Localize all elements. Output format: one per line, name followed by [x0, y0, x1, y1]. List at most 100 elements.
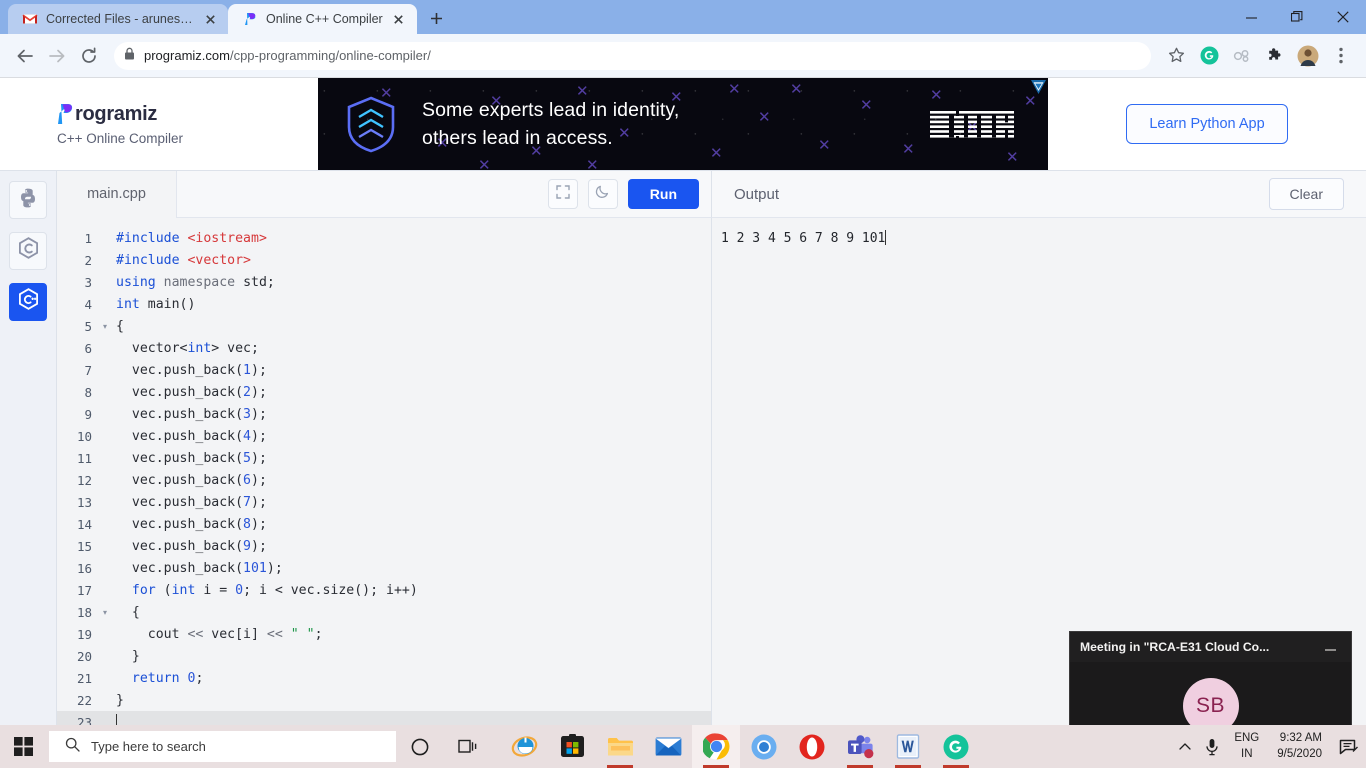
profile-avatar[interactable]	[1293, 41, 1323, 71]
bookmark-star-icon[interactable]	[1161, 41, 1191, 71]
code-line[interactable]: 23	[57, 711, 711, 725]
code-line[interactable]: 14 vec.push_back(8);	[57, 513, 711, 535]
browser-tab-gmail[interactable]: Corrected Files - aruneshankit2@	[8, 4, 228, 34]
window-minimize-button[interactable]	[1228, 0, 1274, 34]
code-line[interactable]: 11 vec.push_back(5);	[57, 447, 711, 469]
window-restore-button[interactable]	[1274, 0, 1320, 34]
code-line[interactable]: 3 using namespace std;	[57, 271, 711, 293]
input-language-indicator[interactable]: ENG IN	[1226, 731, 1267, 762]
c-icon	[17, 237, 40, 265]
browser-toolbar: programiz.com/cpp-programming/online-com…	[0, 34, 1366, 78]
extensions-puzzle-icon[interactable]	[1260, 41, 1290, 71]
run-button[interactable]: Run	[627, 179, 699, 209]
windows-start-icon[interactable]	[0, 725, 47, 768]
code-line[interactable]: 4 int main()	[57, 293, 711, 315]
sidebar-item-c[interactable]	[9, 232, 47, 270]
line-number: 23	[76, 714, 92, 726]
chrome-menu-icon[interactable]	[1326, 41, 1356, 71]
line-number: 16	[76, 560, 92, 576]
word-icon[interactable]	[884, 725, 932, 768]
action-center-icon[interactable]	[1332, 725, 1366, 768]
learn-python-app-button[interactable]: Learn Python App	[1126, 104, 1288, 144]
code-line[interactable]: 16 vec.push_back(101);	[57, 557, 711, 579]
reload-icon[interactable]	[74, 41, 104, 71]
file-explorer-icon[interactable]	[596, 725, 644, 768]
code-line[interactable]: 5 ▾ {	[57, 315, 711, 337]
code-line[interactable]: 22}	[57, 689, 711, 711]
task-view-icon[interactable]	[444, 725, 492, 768]
code-line[interactable]: 10 vec.push_back(4);	[57, 425, 711, 447]
code-line[interactable]: 2 #include <vector>	[57, 249, 711, 271]
cta-area: Learn Python App	[1048, 104, 1366, 144]
search-input-placeholder: Type here to search	[91, 739, 206, 754]
window-close-button[interactable]	[1320, 0, 1366, 34]
teams-meeting-popup[interactable]: Meeting in "RCA-E31 Cloud Co... SB	[1069, 631, 1352, 725]
forward-arrow-icon[interactable]	[42, 41, 72, 71]
output-toolbar: Output Clear	[711, 171, 1366, 218]
window-controls	[1228, 0, 1366, 34]
fullscreen-button[interactable]	[547, 179, 578, 209]
code-line[interactable]: 12 vec.push_back(6);	[57, 469, 711, 491]
browser-tabstrip: Corrected Files - aruneshankit2@ Online …	[0, 0, 1366, 34]
grammarly-icon[interactable]	[932, 725, 980, 768]
ibm-ad-banner[interactable]: ✕✕ ✕✕ ✕✕ ✕✕ ✕✕ ✕✕ ✕✕ ✕✕ ✕✕ ✕✕	[318, 78, 1048, 170]
sidebar-item-python[interactable]	[9, 181, 47, 219]
cortana-circle-icon[interactable]	[396, 725, 444, 768]
programiz-logo: rogramiz	[57, 103, 318, 125]
editor-actions: Run	[177, 179, 711, 209]
close-icon[interactable]	[391, 11, 407, 27]
clock[interactable]: 9:32 AM 9/5/2020	[1267, 731, 1332, 762]
clear-output-button[interactable]: Clear	[1268, 178, 1344, 210]
code-line[interactable]: 7 vec.push_back(1);	[57, 359, 711, 381]
taskbar-app-icons	[500, 725, 980, 768]
programiz-icon	[242, 11, 258, 27]
code-line[interactable]: 6 vector<int> vec;	[57, 337, 711, 359]
fullscreen-icon	[556, 184, 570, 204]
fold-toggle-icon[interactable]: ▾	[99, 608, 111, 617]
lock-icon	[124, 47, 135, 65]
fold-toggle-icon[interactable]: ▾	[99, 322, 111, 331]
chrome-icon[interactable]	[692, 725, 740, 768]
code-line[interactable]: 17 for (int i = 0; i < vec.size(); i++)	[57, 579, 711, 601]
code-text: {	[116, 318, 124, 334]
code-line[interactable]: 9 vec.push_back(3);	[57, 403, 711, 425]
programiz-brand[interactable]: rogramiz C++ Online Compiler	[0, 103, 318, 146]
language-line1: ENG	[1234, 731, 1260, 744]
code-line[interactable]: 18 ▾ {	[57, 601, 711, 623]
chromium-icon[interactable]	[740, 725, 788, 768]
microphone-icon[interactable]	[1198, 725, 1226, 768]
browser-tab-programiz[interactable]: Online C++ Compiler	[228, 4, 417, 34]
minimize-icon[interactable]	[1320, 639, 1341, 655]
internet-explorer-icon[interactable]	[500, 725, 548, 768]
browser-tab-title: Online C++ Compiler	[266, 12, 383, 26]
code-line[interactable]: 20 }	[57, 645, 711, 667]
adchoices-icon[interactable]	[1031, 80, 1046, 99]
new-tab-button[interactable]	[423, 4, 451, 32]
extension-chain-icon[interactable]	[1227, 41, 1257, 71]
line-number: 6	[84, 340, 92, 356]
microsoft-store-icon[interactable]	[548, 725, 596, 768]
line-number: 11	[76, 450, 92, 466]
mail-icon[interactable]	[644, 725, 692, 768]
file-tab-main-cpp[interactable]: main.cpp	[57, 170, 177, 218]
code-editor[interactable]: 1 #include <iostream> 2 #include <vector> 3 u…	[57, 218, 711, 725]
dark-mode-toggle[interactable]	[587, 179, 618, 209]
code-line[interactable]: 8 vec.push_back(2);	[57, 381, 711, 403]
code-line[interactable]: 21 return 0;	[57, 667, 711, 689]
close-icon[interactable]	[202, 11, 218, 27]
back-arrow-icon[interactable]	[10, 41, 40, 71]
grammarly-icon[interactable]	[1194, 41, 1224, 71]
line-number: 19	[76, 626, 92, 642]
code-line[interactable]: 19 cout << vec[i] << " ";	[57, 623, 711, 645]
code-line[interactable]: 1 #include <iostream>	[57, 227, 711, 249]
code-text: vector<int> vec;	[116, 340, 259, 356]
show-hidden-icons-icon[interactable]	[1172, 725, 1198, 768]
microsoft-teams-icon[interactable]	[836, 725, 884, 768]
sidebar-item-cpp[interactable]	[9, 283, 47, 321]
code-line[interactable]: 15 vec.push_back(9);	[57, 535, 711, 557]
code-line[interactable]: 13 vec.push_back(7);	[57, 491, 711, 513]
line-number: 15	[76, 538, 92, 554]
opera-icon[interactable]	[788, 725, 836, 768]
address-bar[interactable]: programiz.com/cpp-programming/online-com…	[114, 41, 1151, 70]
taskbar-search-box[interactable]: Type here to search	[49, 731, 396, 762]
